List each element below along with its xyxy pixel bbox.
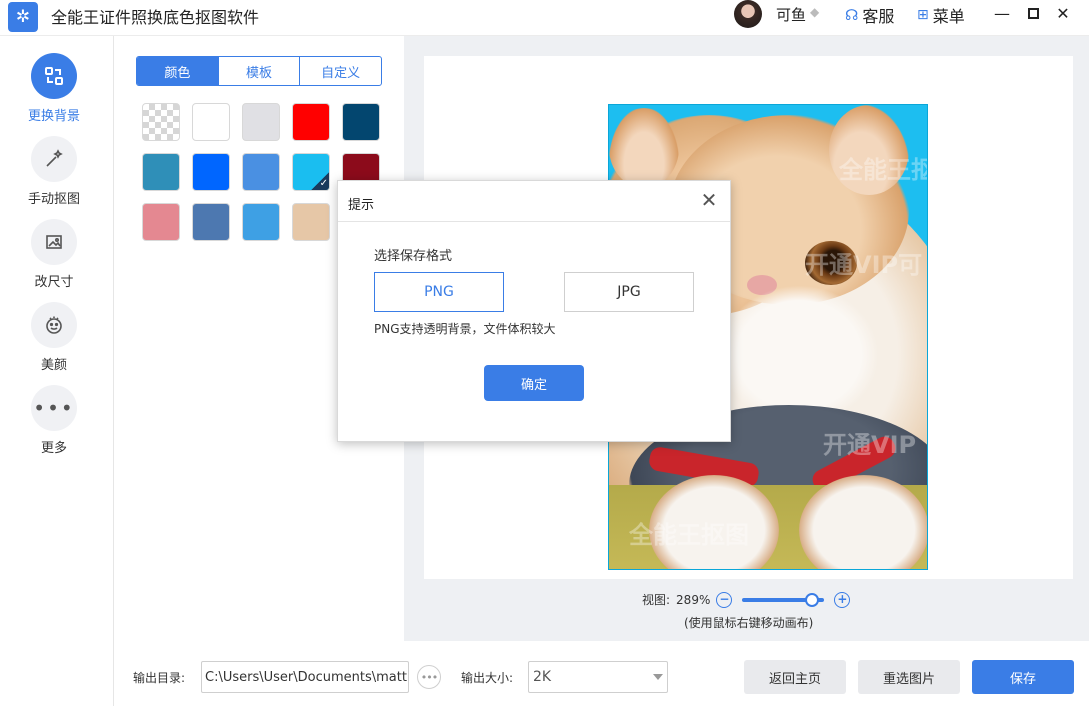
minimize-icon: —	[994, 3, 1010, 23]
format-jpg-button[interactable]: JPG	[564, 272, 694, 312]
nav-label: 手动抠图	[27, 192, 80, 207]
color-swatch[interactable]	[292, 103, 330, 141]
maximize-icon	[1027, 7, 1039, 19]
menu-label: 菜单	[932, 7, 965, 26]
app-title: 全能王证件照换底色抠图软件	[51, 8, 260, 27]
nav-beauty[interactable]: 美颜	[0, 302, 108, 373]
tab-custom[interactable]: 自定义	[300, 57, 381, 85]
format-png-button[interactable]: PNG	[374, 272, 504, 312]
format-note: PNG支持透明背景，文件体积较大	[374, 322, 556, 336]
watermark-text: 开通VIP	[823, 431, 917, 459]
watermark-text: 全能王抠图	[629, 521, 749, 549]
nav-resize[interactable]: 改尺寸	[0, 219, 108, 290]
nav-label: 更换背景	[27, 109, 80, 124]
back-home-button[interactable]: 返回主页	[744, 660, 846, 694]
save-button[interactable]: 保存	[972, 660, 1074, 694]
browse-folder-button[interactable]: •••	[417, 665, 441, 689]
customer-service-button[interactable]: ☊ 客服	[845, 3, 894, 27]
maximize-button[interactable]	[1022, 2, 1044, 24]
grid-menu-icon: ⊞	[917, 7, 929, 23]
nav-manual-cutout[interactable]: 手动抠图	[0, 136, 108, 207]
output-dir-input[interactable]: C:\Users\User\Documents\matting_	[201, 661, 409, 693]
cat-paw	[799, 475, 927, 569]
color-swatch[interactable]	[192, 103, 230, 141]
color-swatch[interactable]	[242, 153, 280, 191]
zoom-hint: (使用鼠标右键移动画布)	[684, 616, 814, 630]
title-bar: ✲ 全能王证件照换底色抠图软件 可鱼 ◆ ☊ 客服 ⊞ 菜单 — ✕	[0, 0, 1089, 36]
swap-background-icon	[31, 53, 77, 99]
output-size-value: 2K	[533, 669, 552, 685]
cat-muzzle	[719, 285, 879, 425]
zoom-slider-handle[interactable]	[805, 592, 820, 607]
save-format-dialog: 提示 ✕ 选择保存格式 PNG JPG PNG支持透明背景，文件体积较大 确定	[337, 180, 731, 442]
nav-change-background[interactable]: 更换背景	[0, 53, 108, 124]
confirm-button[interactable]: 确定	[484, 365, 584, 401]
dialog-close-icon[interactable]: ✕	[698, 189, 720, 211]
check-icon: ✓	[311, 172, 329, 190]
user-avatar[interactable]	[734, 0, 762, 28]
output-size-label: 输出大小:	[461, 671, 514, 685]
left-navigation: 更换背景 手动抠图 改尺寸 美颜 ••• 更多	[0, 36, 114, 706]
watermark-text: 开通VIP可	[805, 251, 923, 279]
dialog-subtitle: 选择保存格式	[374, 249, 453, 264]
color-swatch[interactable]	[292, 203, 330, 241]
color-swatch[interactable]	[242, 203, 280, 241]
zoom-out-icon[interactable]: −	[716, 591, 733, 608]
vip-diamond-icon[interactable]: ◆	[810, 6, 825, 19]
tab-color[interactable]: 颜色	[137, 57, 219, 85]
more-dots-icon: •••	[31, 385, 77, 431]
close-window-button[interactable]: ✕	[1052, 2, 1074, 24]
output-size-select[interactable]: 2K	[528, 661, 668, 693]
dialog-header: 提示 ✕	[338, 181, 730, 222]
tab-template[interactable]: 模板	[219, 57, 301, 85]
background-tabs: 颜色 模板 自定义	[136, 56, 382, 86]
zoom-in-icon[interactable]: +	[834, 591, 851, 608]
color-swatch[interactable]	[142, 203, 180, 241]
color-swatch[interactable]	[142, 103, 180, 141]
zoom-controls: 视图: 289% − +	[642, 591, 851, 608]
zoom-label: 视图:	[642, 593, 671, 607]
bottom-bar: 输出目录: C:\Users\User\Documents\matting_ •…	[115, 641, 1089, 706]
resize-image-icon	[31, 219, 77, 265]
user-name[interactable]: 可鱼	[776, 4, 806, 25]
reselect-image-button[interactable]: 重选图片	[858, 660, 960, 694]
zoom-slider[interactable]	[742, 592, 825, 607]
minimize-button[interactable]: —	[991, 2, 1013, 24]
watermark-text: 全能王抠图	[839, 156, 927, 184]
magic-wand-icon	[31, 136, 77, 182]
chevron-down-icon	[653, 674, 663, 680]
nav-label: 更多	[40, 441, 67, 456]
beauty-face-icon	[31, 302, 77, 348]
cat-ear	[609, 108, 679, 188]
close-icon: ✕	[1056, 3, 1070, 23]
nav-label: 美颜	[40, 358, 67, 373]
color-swatch[interactable]	[142, 153, 180, 191]
color-swatch[interactable]	[192, 203, 230, 241]
zoom-value: 289%	[676, 592, 711, 607]
app-logo-icon: ✲	[8, 2, 38, 32]
dialog-title: 提示	[348, 198, 375, 213]
nav-label: 改尺寸	[34, 275, 74, 290]
customer-service-label: 客服	[862, 7, 895, 26]
nav-more[interactable]: ••• 更多	[0, 385, 108, 456]
menu-button[interactable]: ⊞ 菜单	[917, 3, 965, 27]
color-swatch[interactable]	[242, 103, 280, 141]
color-swatch[interactable]	[342, 103, 380, 141]
color-swatch[interactable]: ✓	[292, 153, 330, 191]
headset-icon: ☊	[845, 6, 859, 24]
output-dir-label: 输出目录:	[133, 671, 186, 685]
color-swatch[interactable]	[192, 153, 230, 191]
